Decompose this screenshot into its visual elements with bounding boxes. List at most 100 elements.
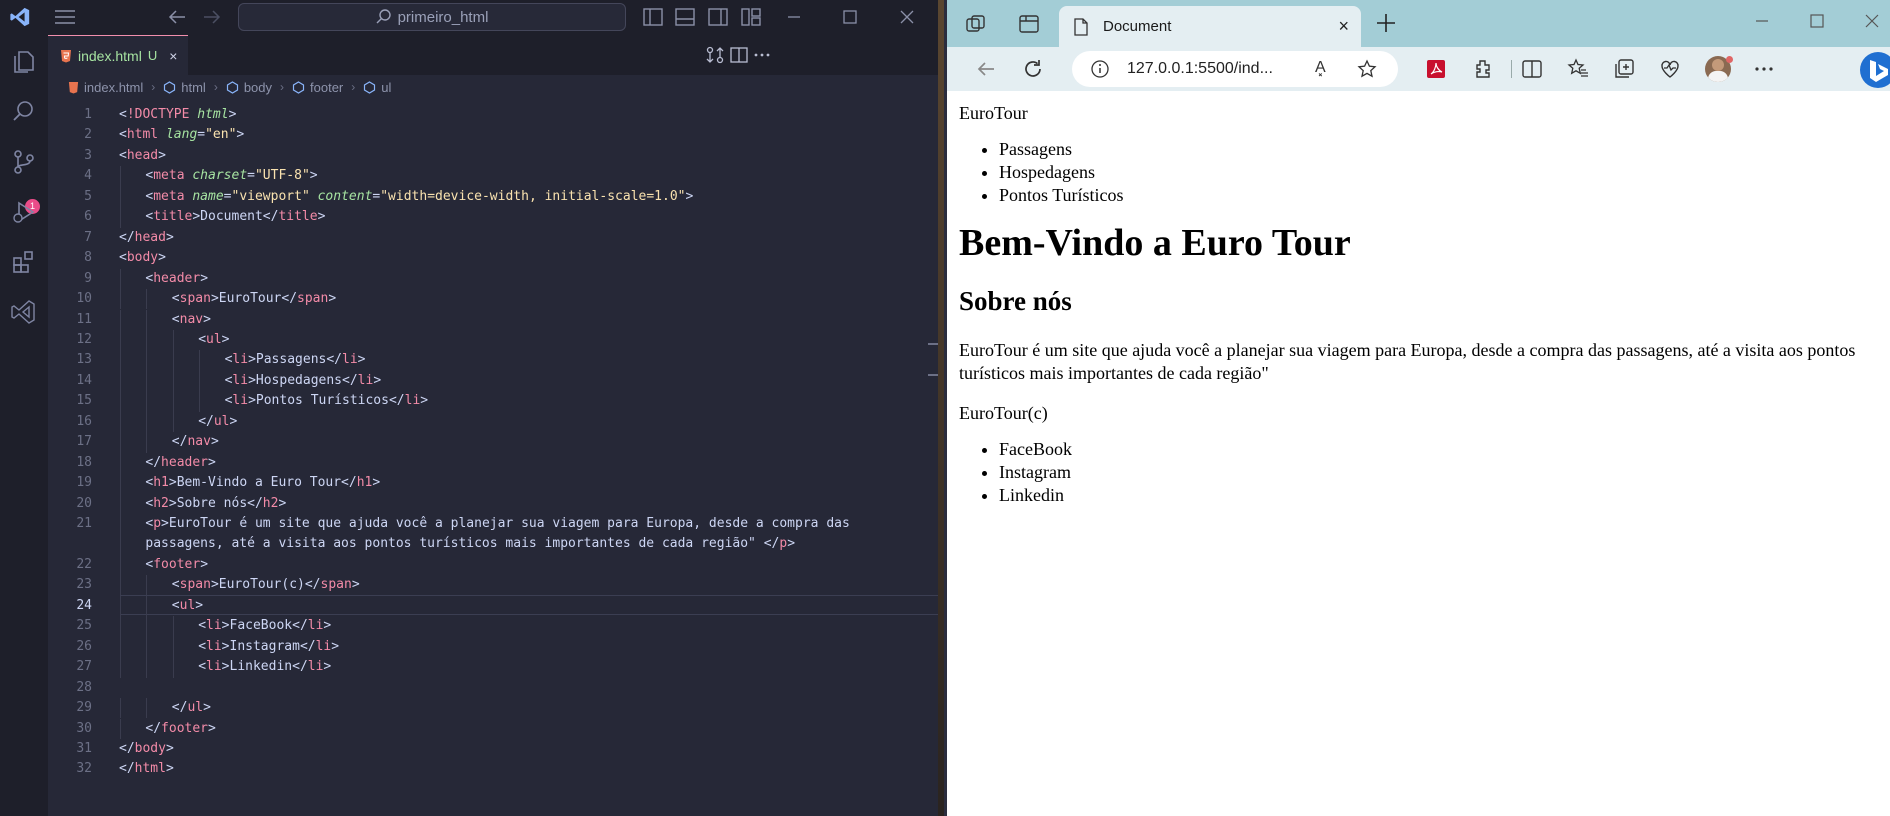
tab-index-html[interactable]: index.html U × — [48, 35, 188, 75]
line-number: 24 — [76, 597, 92, 613]
breadcrumb: index.html › html › body › footer › ul — [48, 75, 943, 99]
forward-arrow-icon[interactable] — [203, 9, 221, 25]
workspaces-icon[interactable] — [965, 13, 987, 35]
remote-explorer-icon[interactable] — [10, 298, 38, 326]
pdf-extension-icon[interactable] — [1425, 58, 1447, 80]
code-line: 30 </footer> — [48, 719, 938, 739]
breadcrumb-body-label: body — [243, 79, 273, 95]
indent-guide — [146, 350, 148, 371]
toolbar-divider — [1511, 60, 1512, 78]
footer-item-instagram: Instagram — [999, 461, 1882, 484]
explorer-icon[interactable] — [10, 48, 38, 76]
indent-guide — [199, 350, 201, 371]
more-actions-icon[interactable] — [753, 46, 771, 64]
breadcrumb-footer[interactable]: footer — [292, 80, 343, 95]
vscode-logo-icon — [10, 7, 30, 27]
indent-guide — [146, 329, 148, 351]
indent-guide — [120, 268, 121, 290]
breadcrumb-body[interactable]: body — [226, 80, 272, 95]
source-control-icon[interactable] — [10, 148, 38, 176]
browser-tab-title: Document — [1103, 18, 1172, 35]
menu-icon[interactable] — [54, 9, 76, 25]
breadcrumb-ul[interactable]: ul — [363, 80, 391, 95]
close-window-icon[interactable] — [895, 6, 919, 28]
back-arrow-icon[interactable] — [975, 58, 997, 80]
favorites-icon[interactable] — [1567, 58, 1589, 80]
indent-guide — [120, 391, 121, 412]
line-number: 32 — [76, 761, 92, 777]
indent-guide — [120, 289, 121, 310]
browser-tab-close[interactable]: × — [1338, 16, 1349, 37]
code-line: 31 </body> — [48, 739, 938, 759]
run-debug-icon[interactable] — [10, 198, 38, 226]
code-line: 4 <meta charset="UTF-8"> — [48, 166, 938, 186]
indent-guide — [120, 329, 121, 351]
new-tab-icon[interactable] — [1375, 12, 1397, 34]
settings-more-icon[interactable] — [1753, 58, 1775, 80]
breadcrumb-html-label: html — [181, 79, 206, 95]
tab-close-button[interactable]: × — [169, 48, 177, 64]
browser-tab-document[interactable]: Document × — [1059, 6, 1361, 47]
extensions-icon[interactable] — [1472, 58, 1494, 80]
minimize-icon[interactable] — [1752, 11, 1772, 31]
site-info-icon[interactable] — [1090, 59, 1110, 79]
code-line: 27 <li>Linkedin</li> — [48, 657, 938, 677]
line-number: 22 — [76, 556, 92, 572]
indent-guide — [120, 575, 121, 596]
breadcrumb-html[interactable]: html — [163, 80, 206, 95]
indent-guide — [146, 636, 148, 658]
breadcrumb-file[interactable]: index.html — [68, 80, 143, 95]
toggle-primary-sidebar-icon[interactable] — [643, 8, 663, 26]
browser-titlebar: Document × — [947, 0, 1890, 47]
code-editor[interactable]: 1 <!DOCTYPE html> 2 <html lang="en"> 3 <head>… — [48, 99, 986, 816]
split-editor-icon[interactable] — [730, 46, 748, 64]
search-icon[interactable] — [10, 98, 38, 126]
indent-guide — [120, 350, 121, 371]
extensions-icon[interactable] — [10, 248, 38, 276]
code-line: 21 <p>EuroTour é um site que ajuda você a… — [48, 514, 938, 534]
code-text: <span>EuroTour(c)</span> — [171, 577, 360, 593]
open-changes-icon[interactable] — [706, 46, 724, 64]
line-number: 29 — [76, 700, 92, 716]
close-window-icon[interactable] — [1862, 11, 1882, 31]
line-number: 3 — [84, 147, 92, 163]
favorite-star-icon[interactable] — [1357, 59, 1377, 79]
line-number: 28 — [76, 679, 92, 695]
toggle-panel-icon[interactable] — [675, 8, 695, 26]
split-screen-icon[interactable] — [1521, 58, 1543, 80]
read-aloud-icon[interactable]: A͓ — [1315, 59, 1326, 77]
maximize-icon[interactable] — [838, 6, 862, 28]
code-line: 10 <span>EuroTour</span> — [48, 289, 938, 309]
indent-guide — [120, 595, 121, 617]
indent-guide — [120, 411, 121, 433]
line-number: 23 — [76, 577, 92, 593]
page-paragraph: EuroTour é um site que ajuda você a plan… — [959, 340, 1856, 383]
code-text: <li>Passagens</li> — [224, 352, 366, 368]
minimize-icon[interactable] — [782, 6, 806, 28]
indent-guide — [146, 411, 148, 433]
toggle-secondary-sidebar-icon[interactable] — [708, 8, 728, 26]
symbol-structure-icon — [364, 80, 376, 94]
maximize-icon[interactable] — [1807, 11, 1827, 31]
indent-guide — [146, 289, 148, 310]
code-line: passagens, até a visita aos pontos turís… — [48, 534, 938, 554]
copilot-icon[interactable] — [1860, 52, 1890, 88]
indent-guide — [120, 534, 121, 555]
refresh-icon[interactable] — [1022, 58, 1044, 80]
tab-actions-icon[interactable] — [1018, 13, 1040, 35]
browser-essentials-icon[interactable] — [1659, 58, 1681, 80]
customize-layout-icon[interactable] — [741, 8, 761, 26]
code-text: <li>Linkedin</li> — [198, 659, 332, 675]
indent-guide — [120, 309, 121, 330]
collections-icon[interactable] — [1613, 58, 1635, 80]
code-line: 7 </head> — [48, 228, 938, 248]
code-line: 22 <footer> — [48, 555, 938, 575]
code-text: </html> — [119, 761, 174, 777]
tab-untracked-status: U — [147, 48, 158, 63]
back-arrow-icon[interactable] — [168, 9, 186, 25]
line-number: 4 — [84, 168, 92, 184]
command-center-search[interactable]: primeiro_html — [238, 3, 626, 31]
line-number: 17 — [76, 434, 92, 450]
line-number: 25 — [76, 618, 92, 634]
address-bar[interactable]: 127.0.0.1:5500/ind... A͓ — [1072, 51, 1398, 87]
